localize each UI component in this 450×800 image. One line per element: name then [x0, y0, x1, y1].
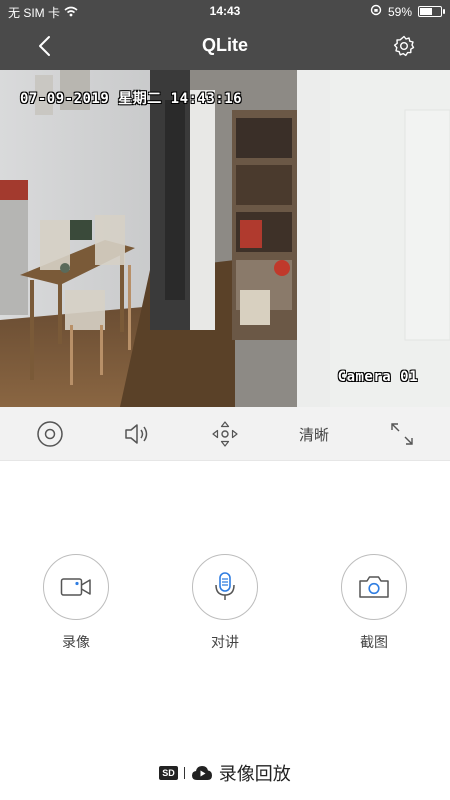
camera-scene-image [0, 70, 450, 407]
record-label: 录像 [62, 634, 90, 650]
screenshot-button[interactable] [341, 554, 407, 620]
video-camera-icon [60, 578, 91, 596]
record-circle-icon [37, 421, 63, 447]
gear-icon [393, 35, 415, 57]
fullscreen-button[interactable] [385, 417, 419, 451]
screenshot-action: 截图 [339, 554, 409, 652]
control-bar: 清晰 [0, 407, 450, 461]
status-bar: 无 SIM 卡 14:43 59% [0, 0, 450, 22]
nav-bar: QLite [0, 22, 450, 70]
playback-label: 录像回放 [218, 764, 291, 784]
app-header: 无 SIM 卡 14:43 59% QLite [0, 0, 450, 70]
expand-icon [391, 423, 413, 445]
stop-record-button[interactable] [33, 417, 67, 451]
microphone-icon [215, 572, 235, 600]
orientation-lock-icon [370, 4, 382, 19]
speaker-icon [125, 424, 148, 444]
playback-divider [183, 767, 185, 779]
battery-icon [418, 6, 445, 17]
settings-button[interactable] [390, 32, 418, 60]
intercom-label: 对讲 [211, 634, 239, 650]
status-right: 59% [370, 4, 445, 19]
camera-video-feed[interactable]: 07-09-2019 星期二 14:43:16 Camera 01 [0, 70, 450, 407]
cloud-play-icon [191, 766, 212, 780]
direction-pad-icon [212, 421, 238, 447]
record-button[interactable] [43, 554, 109, 620]
volume-button[interactable] [120, 417, 154, 451]
intercom-action: 对讲 [190, 554, 260, 652]
record-action: 录像 [41, 554, 111, 652]
quality-toggle[interactable]: 清晰 [292, 417, 336, 451]
battery-percent: 59% [387, 4, 412, 19]
sd-badge: SD [159, 766, 178, 780]
battery-tip [443, 9, 445, 14]
camera-label: Camera 01 [337, 369, 418, 385]
camera-icon [359, 576, 389, 598]
video-timestamp: 07-09-2019 星期二 14:43:16 [20, 91, 243, 107]
ptz-control-button[interactable] [208, 417, 242, 451]
screenshot-label: 截图 [360, 634, 388, 650]
playback-link[interactable]: SD 录像回放 [0, 760, 450, 786]
intercom-button[interactable] [192, 554, 258, 620]
page-title: QLite [201, 35, 248, 55]
battery-fill [420, 8, 432, 15]
